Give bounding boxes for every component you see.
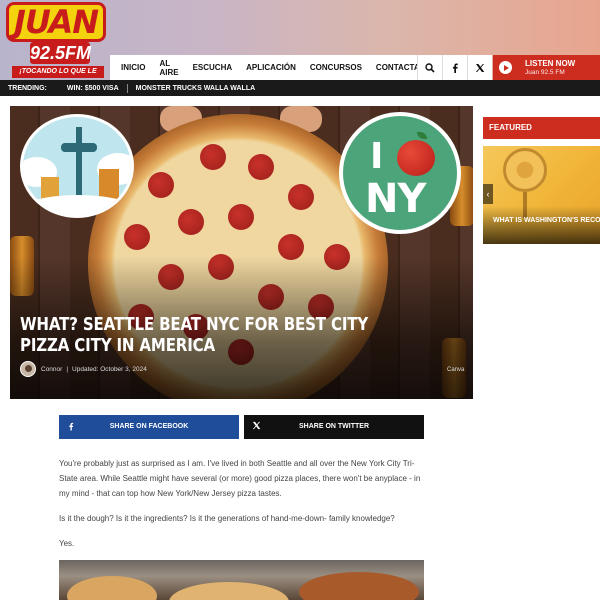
search-icon[interactable] (417, 55, 442, 80)
logo-tagline: ¡TOCANDO LO QUE LE GUSTA! (12, 66, 104, 87)
seattle-sticker (20, 114, 134, 218)
pepperoni (248, 154, 274, 180)
header-icons (417, 55, 492, 80)
space-needle-top (61, 143, 97, 152)
pizza-shape (299, 572, 419, 600)
pizza-shape (67, 576, 157, 600)
featured-card-title[interactable]: WHAT IS WASHINGTON'S RECORD HIGH TEMP? (493, 216, 600, 225)
share-twitter-button[interactable]: SHARE ON TWITTER (244, 415, 424, 439)
listen-now-button[interactable]: LISTEN NOW Juan 92.5 FM (493, 55, 600, 80)
pepperoni (288, 184, 314, 210)
listen-now-label: LISTEN NOW (525, 59, 576, 68)
author-avatar[interactable] (20, 361, 36, 377)
article-title: WHAT? SEATTLE BEAT NYC FOR BEST CITY PIZ… (20, 315, 369, 356)
logo-name: JUAN (6, 2, 106, 42)
nav-item-escucha[interactable]: ESCUCHA (186, 63, 240, 72)
nav-item-inicio[interactable]: INICIO (114, 63, 152, 72)
pepperoni (200, 144, 226, 170)
nav-item-al-aire[interactable]: AL AIRE (152, 59, 185, 77)
apple-icon (397, 140, 435, 176)
byline-separator: | (66, 365, 69, 373)
fan-image (503, 148, 547, 192)
article-byline: Connor | Updated: October 3, 2024 (20, 361, 147, 377)
image-credit: Canva (447, 367, 465, 373)
trending-item-visa[interactable]: WIN: $500 VISA (59, 85, 127, 92)
pepperoni (124, 224, 150, 250)
article-paragraph: Yes. (59, 539, 75, 548)
updated-date: Updated: October 3, 2024 (72, 365, 147, 373)
pepperoni (148, 172, 174, 198)
space-needle-icon (76, 127, 82, 197)
nav-item-concursos[interactable]: CONCURSOS (303, 63, 369, 72)
share-twitter-label: SHARE ON TWITTER (299, 423, 369, 430)
featured-card[interactable]: ‹ WHAT IS WASHINGTON'S RECORD HIGH TEMP? (483, 146, 600, 244)
carousel-prev-icon[interactable]: ‹ (483, 184, 493, 204)
hero-image[interactable]: I NY WHAT? SEATTLE BEAT NYC FOR BEST CIT… (10, 106, 473, 399)
logo-frequency: 92.5FM (30, 42, 92, 64)
share-facebook-button[interactable]: SHARE ON FACEBOOK (59, 415, 239, 439)
article-pizza-photo (59, 560, 424, 600)
apple-leaf (417, 132, 427, 139)
pepperoni (228, 204, 254, 230)
site-header: JUAN 92.5FM ¡TOCANDO LO QUE LE GUSTA! IN… (0, 0, 600, 87)
author-name[interactable]: Connor (41, 366, 62, 373)
nav-item-aplicacion[interactable]: APLICACIÓN (239, 63, 303, 72)
sticker-ny-text: NY (365, 176, 426, 222)
facebook-icon[interactable] (442, 55, 467, 80)
trending-label: TRENDING: (8, 84, 47, 92)
sticker-i-text: I (370, 136, 384, 177)
article-body: You're probably just as surprised as I a… (59, 456, 424, 561)
play-icon (499, 61, 512, 74)
featured-header: FEATURED (483, 117, 600, 139)
pizza-shape (169, 582, 289, 600)
i-love-ny-sticker: I NY (339, 112, 461, 234)
listen-station-label: Juan 92.5 FM (525, 69, 565, 76)
featured-gradient-overlay (483, 206, 600, 244)
share-facebook-label: SHARE ON FACEBOOK (109, 423, 189, 430)
x-twitter-icon[interactable] (467, 55, 492, 80)
trending-bar: TRENDING: WIN: $500 VISA MONSTER TRUCKS … (0, 80, 600, 96)
article-paragraph: You're probably just as surprised as I a… (59, 459, 421, 498)
trending-item-monster-trucks[interactable]: MONSTER TRUCKS WALLA WALLA (128, 85, 264, 92)
station-logo[interactable]: JUAN 92.5FM ¡TOCANDO LO QUE LE GUSTA! (2, 2, 110, 87)
article-paragraph: Is it the dough? Is it the ingredients? … (59, 514, 395, 523)
pepperoni (178, 209, 204, 235)
main-nav: INICIO AL AIRE ESCUCHA APLICACIÓN CONCUR… (110, 55, 437, 80)
cloud-shape (23, 195, 131, 215)
